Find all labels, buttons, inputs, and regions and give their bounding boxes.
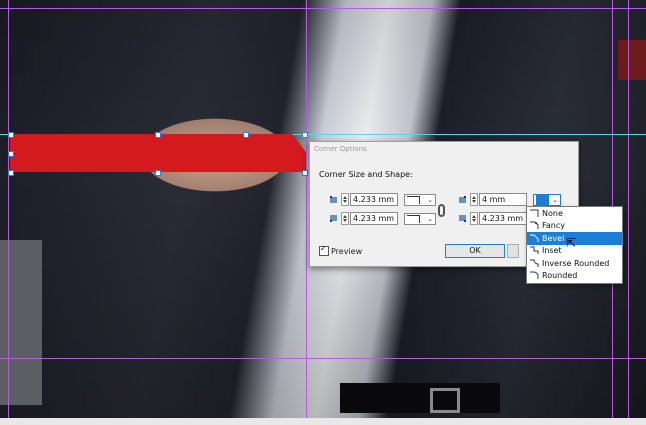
bottom-right-size-input[interactable]: 4.233 mm: [479, 212, 527, 225]
shape-bevel-icon: [536, 194, 549, 205]
corner-bottom-right-icon: [458, 214, 467, 223]
menu-option-inverse-rounded[interactable]: Inverse Rounded: [527, 257, 622, 270]
bleed-guide-right: [628, 0, 629, 418]
shape-inverse-icon: [407, 195, 420, 204]
background-buckle: [430, 388, 460, 413]
corner-bottom-left-icon: [329, 214, 338, 223]
link-settings-icon[interactable]: [438, 204, 445, 217]
menu-option-fancy[interactable]: Fancy: [527, 220, 622, 233]
corner-top-right-icon: [458, 195, 467, 204]
frame-handle-top-middle[interactable]: [155, 132, 161, 138]
preview-label: Preview: [331, 246, 363, 256]
bottom-right-stepper[interactable]: [470, 212, 478, 225]
menu-option-label: Inverse Rounded: [542, 258, 610, 268]
shape-inverse-rounded-icon: [529, 259, 539, 268]
dialog-title: Corner Options: [314, 145, 367, 153]
top-left-stepper[interactable]: [341, 193, 349, 206]
frame-handle-left-middle[interactable]: [8, 151, 14, 157]
shape-bevel-icon: [529, 234, 539, 243]
shape-inset-icon: [529, 246, 539, 255]
shape-rounded-icon: [529, 271, 539, 280]
cancel-button[interactable]: [507, 244, 519, 258]
top-right-shape-select[interactable]: ⌄: [533, 193, 561, 206]
menu-option-none[interactable]: None: [527, 207, 622, 220]
pasteboard-strip: [0, 418, 646, 425]
frame-handle-bottom-right[interactable]: [302, 170, 308, 176]
bottom-left-corner-row: 4.233 mm ⌄: [329, 212, 436, 225]
top-right-stepper[interactable]: [470, 193, 478, 206]
selected-frame[interactable]: [10, 134, 306, 172]
shape-fancy-icon: [529, 221, 539, 230]
chevron-down-icon: ⌄: [427, 195, 433, 204]
bottom-right-corner-row: 4.233 mm: [458, 212, 527, 225]
ok-button[interactable]: OK: [445, 244, 505, 258]
mouse-pointer-icon: ⇱: [566, 236, 577, 250]
background-red-light: [618, 40, 646, 80]
frame-handle-bottom-left[interactable]: [8, 170, 14, 176]
frame-handle-top-right[interactable]: [302, 132, 308, 138]
section-label: Corner Size and Shape:: [319, 170, 413, 179]
background-sleeve: [0, 240, 42, 405]
margin-guide-bottom: [0, 358, 646, 359]
column-guide: [306, 0, 307, 418]
bottom-left-stepper[interactable]: [341, 212, 349, 225]
menu-option-label: Fancy: [542, 221, 565, 231]
margin-guide-top: [0, 8, 646, 9]
margin-guide-left: [8, 0, 9, 418]
preview-option[interactable]: Preview: [319, 244, 363, 256]
background-belt: [340, 383, 500, 413]
bottom-left-size-input[interactable]: 4.233 mm: [350, 212, 398, 225]
menu-option-label: Rounded: [542, 271, 578, 281]
frame-handle-top-left[interactable]: [8, 132, 14, 138]
menu-option-label: Bevel: [542, 233, 565, 243]
chevron-down-icon: ⌄: [552, 195, 558, 204]
corner-top-left-icon: [329, 195, 338, 204]
bottom-left-shape-select[interactable]: ⌄: [404, 212, 436, 225]
top-left-shape-select[interactable]: ⌄: [404, 193, 436, 206]
chevron-down-icon: ⌄: [427, 214, 433, 223]
frame-handle-bottom-middle[interactable]: [155, 170, 161, 176]
top-left-corner-row: 4.233 mm ⌄: [329, 193, 436, 206]
top-left-size-input[interactable]: 4.233 mm: [350, 193, 398, 206]
frame-handle-corner-option[interactable]: [243, 132, 249, 138]
menu-option-label: None: [542, 208, 563, 218]
menu-option-rounded[interactable]: Rounded: [527, 270, 622, 283]
shape-inverse-icon: [407, 214, 420, 223]
preview-checkbox[interactable]: [319, 244, 329, 256]
menu-option-label: Inset: [542, 246, 562, 256]
top-right-corner-row: 4 mm ⌄: [458, 193, 561, 206]
shape-none-icon: [529, 209, 539, 218]
top-right-size-input[interactable]: 4 mm: [479, 193, 527, 206]
